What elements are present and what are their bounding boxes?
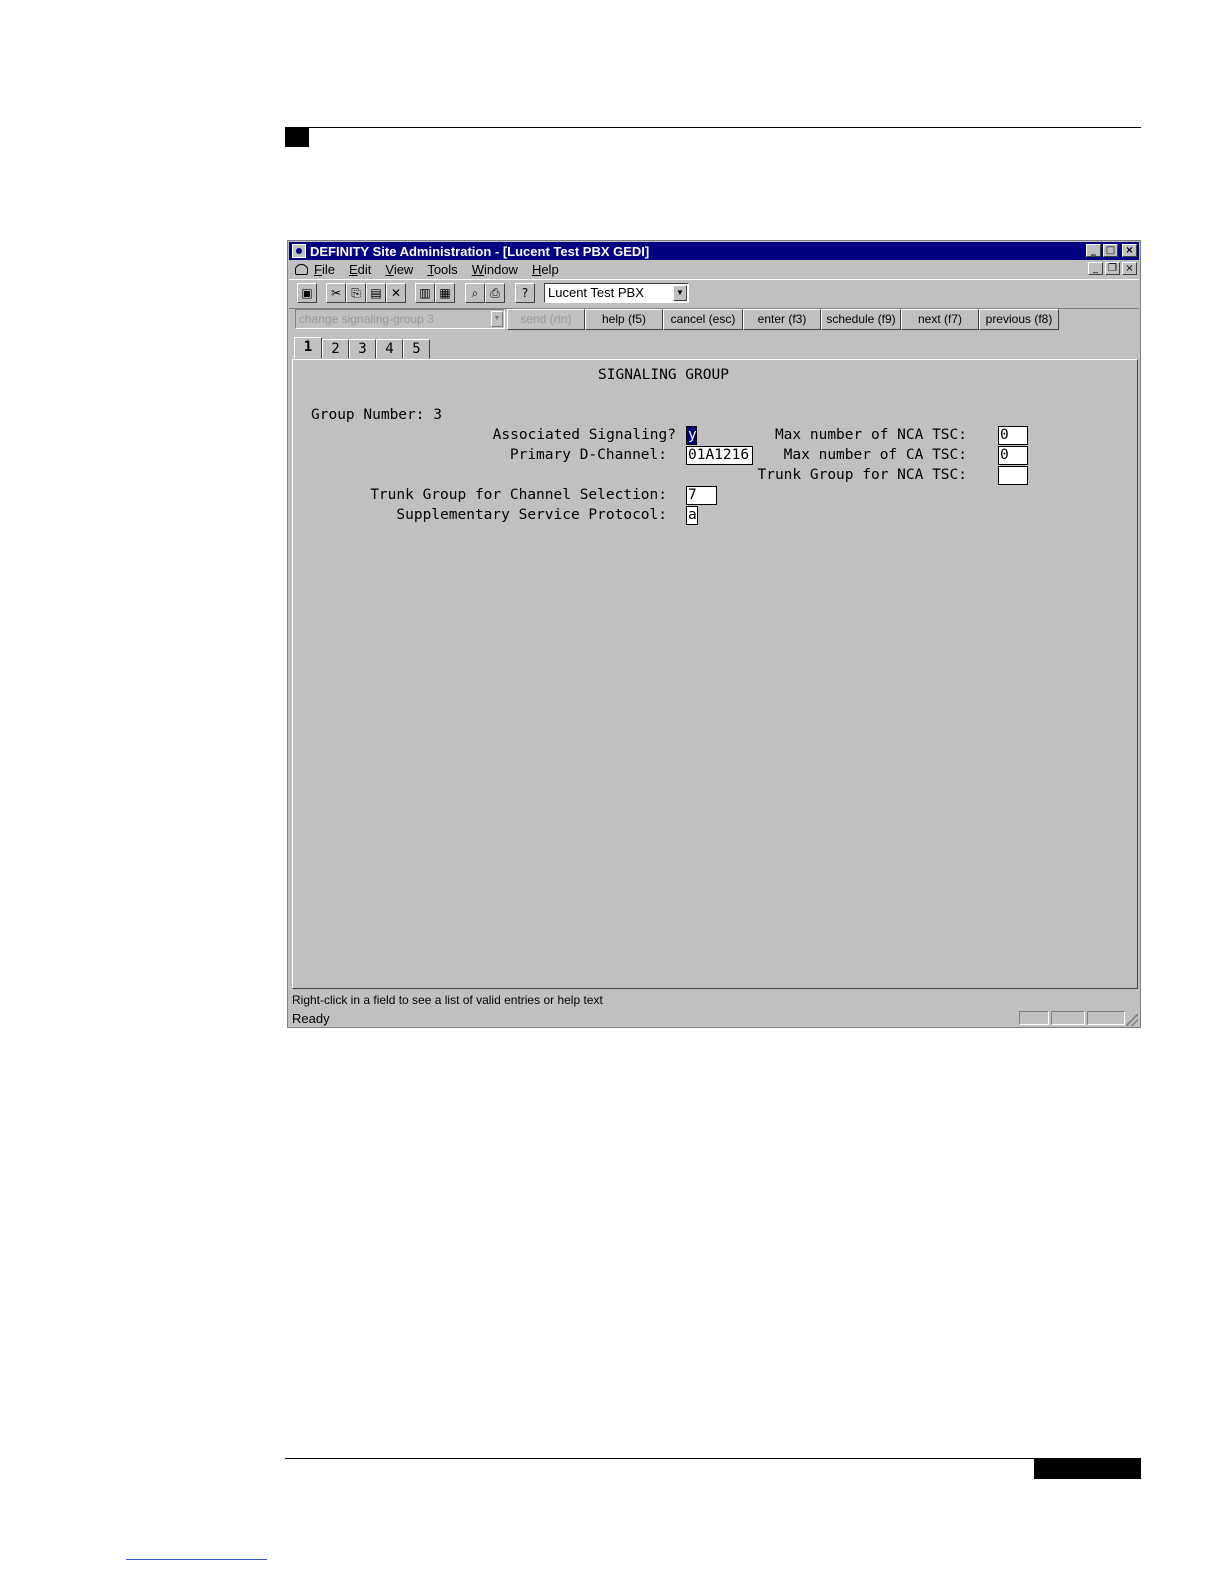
status-panel (1019, 1011, 1049, 1025)
save-icon[interactable]: ▣ (297, 283, 317, 303)
tab-3[interactable]: 3 (349, 339, 376, 359)
page-footer-rule (285, 1458, 1141, 1459)
next-button[interactable]: next (f7) (901, 309, 979, 330)
page-header-rule (285, 127, 1141, 128)
paste-icon[interactable]: ▤ (366, 283, 386, 303)
maximize-button[interactable]: □ (1103, 244, 1118, 257)
tab-4[interactable]: 4 (376, 339, 403, 359)
toolbar: ▣ ✂ ⎘ ▤ ✕ ▥ ▦ ⌕ ⎙ ? Lucent Test PBX ▼ (289, 279, 1139, 309)
list-view-icon[interactable]: ▥ (415, 283, 435, 303)
tab-5[interactable]: 5 (403, 339, 430, 359)
detail-view-icon[interactable]: ▦ (435, 283, 455, 303)
page-footer-mark (1034, 1459, 1141, 1479)
tab-2[interactable]: 2 (322, 339, 349, 359)
doc-minimize-button[interactable]: _ (1088, 262, 1103, 275)
page-tabs: 1 2 3 4 5 (294, 337, 430, 359)
help-icon[interactable]: ? (515, 283, 535, 303)
document-caption-buttons: _ ❐ × (1088, 262, 1137, 275)
footnote-link-line (126, 1559, 267, 1560)
delete-icon[interactable]: ✕ (386, 283, 406, 303)
menu-help[interactable]: Help (532, 262, 559, 277)
form-heading: SIGNALING GROUP (598, 367, 729, 383)
supp-protocol-field[interactable]: a (686, 506, 698, 525)
copy-icon[interactable]: ⎘ (346, 283, 366, 303)
primary-dchannel-field[interactable]: 01A1216 (686, 446, 753, 465)
app-window: DEFINITY Site Administration - [Lucent T… (287, 240, 1141, 1028)
trunk-nca-tsc-label: Trunk Group for NCA TSC: (757, 467, 967, 483)
trunk-group-label: Trunk Group for Channel Selection: (370, 487, 667, 503)
form-area: SIGNALING GROUP Group Number: 3 Associat… (292, 359, 1138, 989)
menu-tools[interactable]: Tools (427, 262, 457, 277)
close-button[interactable]: × (1122, 244, 1137, 257)
app-icon[interactable] (292, 244, 306, 258)
command-value: change signaling-group 3 (299, 312, 434, 326)
doc-restore-button[interactable]: ❐ (1105, 262, 1120, 275)
cancel-button[interactable]: cancel (esc) (663, 309, 743, 330)
doc-close-button[interactable]: × (1122, 262, 1137, 275)
supp-protocol-label: Supplementary Service Protocol: (396, 507, 667, 523)
primary-dchannel-label: Primary D-Channel: (509, 447, 667, 463)
max-ca-tsc-label: Max number of CA TSC: (783, 447, 967, 463)
menu-file[interactable]: File (314, 262, 335, 277)
enter-button[interactable]: enter (f3) (743, 309, 821, 330)
associated-signaling-label: Associated Signaling? (492, 427, 676, 443)
status-panel (1087, 1011, 1125, 1025)
trunk-nca-tsc-field[interactable] (998, 466, 1028, 485)
send-button[interactable]: send (rtn) (507, 309, 585, 330)
menu-edit[interactable]: Edit (349, 262, 371, 277)
menu-view[interactable]: View (385, 262, 413, 277)
print-preview-icon[interactable]: ⌕ (465, 283, 485, 303)
command-bar: change signaling-group 3 ▼ send (rtn) he… (289, 308, 1139, 332)
document-system-icon[interactable] (294, 262, 308, 276)
status-bar: Ready (289, 1009, 1139, 1027)
associated-signaling-field[interactable]: y (686, 426, 697, 445)
connection-value: Lucent Test PBX (548, 285, 644, 300)
title-bar[interactable]: DEFINITY Site Administration - [Lucent T… (289, 242, 1139, 260)
connection-select[interactable]: Lucent Test PBX ▼ (544, 283, 689, 303)
menu-window[interactable]: Window (472, 262, 518, 277)
chevron-down-icon[interactable]: ▼ (491, 311, 503, 327)
caption-buttons: _ □ × (1086, 244, 1137, 257)
command-input[interactable]: change signaling-group 3 ▼ (295, 309, 505, 329)
max-nca-tsc-field[interactable]: 0 (998, 426, 1028, 445)
chevron-down-icon[interactable]: ▼ (673, 285, 687, 301)
window-title: DEFINITY Site Administration - [Lucent T… (310, 243, 650, 259)
resize-grip-icon[interactable] (1126, 1014, 1138, 1026)
tab-1[interactable]: 1 (294, 337, 322, 359)
hint-text: Right-click in a field to see a list of … (292, 993, 603, 1007)
status-ready: Ready (292, 1011, 330, 1026)
max-ca-tsc-field[interactable]: 0 (998, 446, 1028, 465)
print-icon[interactable]: ⎙ (485, 283, 505, 303)
previous-button[interactable]: previous (f8) (979, 309, 1059, 330)
page-header-mark (285, 127, 309, 147)
schedule-button[interactable]: schedule (f9) (821, 309, 901, 330)
max-nca-tsc-label: Max number of NCA TSC: (774, 427, 967, 443)
status-panel (1051, 1011, 1085, 1025)
help-button[interactable]: help (f5) (585, 309, 663, 330)
menu-bar: File Edit View Tools Window Help _ ❐ × (289, 260, 1139, 278)
group-number: Group Number: 3 (311, 407, 442, 423)
minimize-button[interactable]: _ (1086, 244, 1101, 257)
cut-icon[interactable]: ✂ (326, 283, 346, 303)
trunk-group-field[interactable]: 7 (686, 486, 717, 505)
